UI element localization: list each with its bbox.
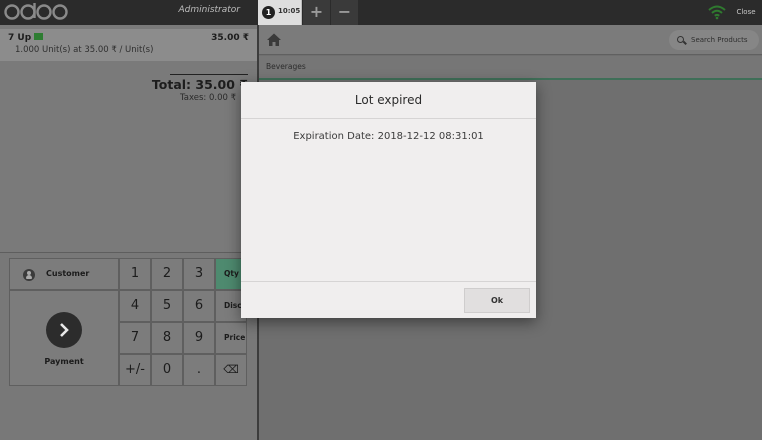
new-order-button[interactable]: + [303, 0, 330, 25]
numpad-key-3[interactable]: 3 [183, 258, 215, 290]
payment-label: Payment [44, 357, 84, 366]
home-icon[interactable] [259, 25, 289, 55]
backspace-button[interactable]: ⌫ [215, 354, 247, 386]
order-total: Total: 35.00 ₹ [151, 77, 248, 92]
numpad-key-4[interactable]: 4 [119, 290, 151, 322]
search-placeholder: Search Products [691, 36, 748, 44]
payment-circle [46, 312, 82, 348]
dialog-body: Expiration Date: 2018-12-12 08:31:01 [293, 131, 484, 142]
search-icon [677, 36, 684, 43]
search-input[interactable]: Search Products [669, 30, 759, 50]
dialog-title: Lot expired [241, 82, 536, 119]
numpad-key-7[interactable]: 7 [119, 322, 151, 354]
numpad-key-2[interactable]: 2 [151, 258, 183, 290]
wifi-icon [708, 5, 726, 20]
payment-button[interactable]: Payment [9, 290, 119, 386]
order-taxes: Taxes: 0.00 ₹ [179, 93, 236, 103]
delete-order-button[interactable]: − [331, 0, 358, 25]
customer-label: Customer [46, 269, 90, 278]
order-number: 1 [262, 6, 275, 19]
odoo-logo [4, 3, 68, 20]
order-tab[interactable]: 1 10:05 [258, 0, 302, 25]
close-button[interactable]: Close [730, 0, 762, 25]
order-line-price: 35.00 ₹ [211, 33, 249, 43]
breadcrumb-category[interactable]: Beverages [266, 62, 306, 71]
control-panel: Customer Payment 1 2 3 Qty 4 5 6 Disc 7 … [0, 252, 258, 440]
numpad-key-9[interactable]: 9 [183, 322, 215, 354]
total-separator [170, 74, 248, 75]
order-time: 10:05 [278, 7, 301, 15]
customer-button[interactable]: Customer [9, 258, 119, 290]
order-line[interactable]: 7 Up 35.00 ₹ 1.000 Unit(s) at 35.00 ₹ / … [0, 29, 258, 61]
order-panel: 7 Up 35.00 ₹ 1.000 Unit(s) at 35.00 ₹ / … [0, 25, 258, 440]
lot-icon [34, 33, 44, 40]
lot-expired-dialog: Lot expired Expiration Date: 2018-12-12 … [241, 82, 536, 318]
top-bar: Administrator 1 10:05 + − Close [0, 0, 762, 25]
order-line-product: 7 Up [8, 33, 44, 43]
numpad-key-dot[interactable]: . [183, 354, 215, 386]
mode-price-button[interactable]: Price [215, 322, 247, 354]
product-header: Search Products [259, 25, 762, 55]
breadcrumb: Beverages [259, 56, 762, 80]
user-name[interactable]: Administrator [150, 5, 240, 15]
order-line-info: 1.000 Unit(s) at 35.00 ₹ / Unit(s) [15, 45, 154, 55]
numpad-key-5[interactable]: 5 [151, 290, 183, 322]
dialog-footer: Ok [241, 281, 536, 318]
numpad-key-0[interactable]: 0 [151, 354, 183, 386]
user-icon [23, 269, 35, 281]
ok-button[interactable]: Ok [464, 288, 530, 313]
numpad-key-8[interactable]: 8 [151, 322, 183, 354]
product-name: 7 Up [8, 33, 32, 43]
numpad-key-1[interactable]: 1 [119, 258, 151, 290]
chevron-right-icon [60, 323, 69, 337]
numpad-key-plusminus[interactable]: +/- [119, 354, 151, 386]
numpad-key-6[interactable]: 6 [183, 290, 215, 322]
